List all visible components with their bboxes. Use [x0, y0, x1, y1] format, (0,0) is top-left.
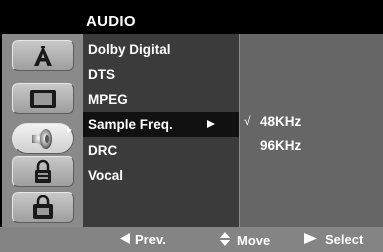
menu-item-sample-freq[interactable]: Sample Freq. — [83, 112, 239, 137]
option-48khz[interactable]: √ 48KHz — [244, 110, 301, 132]
title-bar: AUDIO — [0, 0, 383, 34]
bottom-hint-bar: Prev. Move Select — [0, 227, 383, 252]
category-column — [6, 40, 78, 227]
checkmark-icon: √ — [244, 114, 251, 128]
menu-item-label: DRC — [88, 143, 118, 158]
hint-prev: Prev. — [120, 232, 166, 247]
active-category-arrow — [67, 127, 72, 133]
option-label: 48KHz — [260, 113, 302, 129]
menu-item-vocal[interactable]: Vocal — [83, 163, 239, 188]
osd-screen: AUDIO Dolby Digital DTS MPEG Sample Freq… — [0, 0, 383, 252]
hint-select: Select — [304, 232, 363, 247]
category-audio[interactable] — [12, 123, 74, 154]
menu-item-drc[interactable]: DRC — [83, 138, 239, 163]
submenu-arrow-icon — [207, 120, 215, 128]
menu-item-label: Vocal — [88, 168, 124, 183]
speaker-icon — [28, 126, 58, 152]
menu-item-label: DTS — [88, 67, 115, 82]
menu-item-label: Sample Freq. — [88, 117, 173, 132]
category-display[interactable] — [12, 83, 74, 114]
category-others[interactable] — [12, 192, 74, 223]
display-icon — [29, 89, 57, 109]
right-arrow-icon — [304, 232, 317, 247]
others-icon — [30, 194, 56, 221]
hint-move-label: Move — [237, 233, 271, 248]
menu-item-label: MPEG — [88, 92, 128, 107]
menu-item-dolby-digital[interactable]: Dolby Digital — [83, 37, 239, 62]
page-title: AUDIO — [86, 13, 136, 30]
hint-select-label: Select — [325, 232, 364, 247]
category-language[interactable] — [12, 40, 74, 71]
up-down-arrow-icon — [220, 232, 230, 249]
category-lock[interactable] — [12, 156, 74, 187]
left-arrow-icon — [120, 232, 131, 247]
option-label: 96KHz — [260, 137, 302, 153]
hint-prev-label: Prev. — [135, 232, 166, 247]
option-96khz[interactable]: 96KHz — [244, 134, 301, 156]
language-icon — [30, 44, 56, 68]
audio-menu-list: Dolby Digital DTS MPEG Sample Freq. DRC … — [83, 34, 239, 227]
menu-item-label: Dolby Digital — [88, 42, 171, 57]
menu-item-mpeg[interactable]: MPEG — [83, 87, 239, 112]
options-panel: √ 48KHz 96KHz — [240, 34, 383, 227]
lock-icon — [32, 159, 54, 185]
menu-item-dts[interactable]: DTS — [83, 62, 239, 87]
hint-move: Move — [220, 232, 270, 249]
